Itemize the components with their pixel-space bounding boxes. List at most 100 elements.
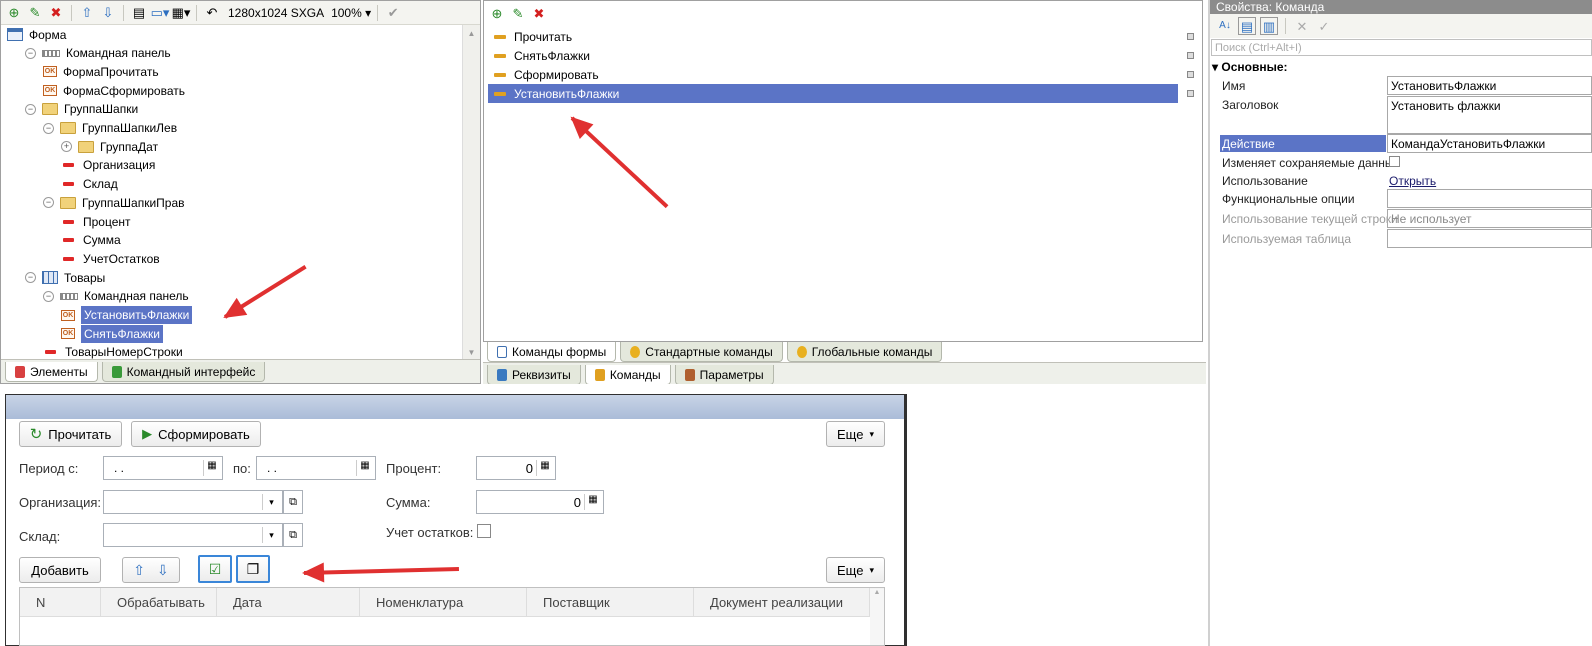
open-icon[interactable]: ⧉	[283, 523, 303, 547]
delete-icon[interactable]: ✖	[47, 4, 65, 22]
monitor-icon[interactable]: ▭▾	[151, 4, 170, 22]
delete-icon[interactable]: ✖	[530, 4, 548, 22]
read-button[interactable]: ↻ Прочитать	[19, 421, 122, 447]
tree-item[interactable]: Склад	[61, 175, 118, 194]
tree-item[interactable]: OK ФормаПрочитать	[43, 62, 159, 81]
tab-attributes[interactable]: Реквизиты	[487, 365, 581, 384]
move-up-icon[interactable]: ⇧	[78, 4, 96, 22]
layout-icon[interactable]: ▦▾	[172, 4, 191, 22]
build-button[interactable]: ▶ Сформировать	[131, 421, 261, 447]
collapse-icon[interactable]: −	[25, 47, 36, 59]
tree-item[interactable]: − ГруппаШапкиПрав	[43, 193, 185, 212]
dropdown-arrow-icon[interactable]: ▾	[262, 527, 280, 543]
tree-item[interactable]: Организация	[61, 156, 155, 175]
prop-caption-value[interactable]: Установить флажки	[1387, 96, 1592, 134]
add-button[interactable]: Добавить	[19, 557, 101, 583]
command-item[interactable]: УстановитьФлажки	[488, 84, 1194, 103]
prop-usage-link[interactable]: Открыть	[1389, 174, 1436, 188]
tree-item[interactable]: УчетОстатков	[61, 249, 160, 268]
sort-az-icon[interactable]: A↓	[1216, 17, 1234, 35]
commands-list[interactable]: Прочитать СнятьФлажки Сформировать Установи…	[488, 27, 1198, 117]
tree-item[interactable]: OK ФормаСформировать	[43, 81, 185, 100]
dropdown-arrow-icon[interactable]: ▾	[262, 494, 280, 510]
table-column-header[interactable]: Номенклатура	[360, 588, 527, 616]
tree-item[interactable]: − Товары	[25, 268, 105, 287]
clear-flags-button[interactable]: ❐	[236, 555, 270, 583]
sum-input[interactable]: 0 ▦	[476, 490, 604, 514]
calculator-icon[interactable]: ▦	[584, 494, 601, 510]
set-flags-button[interactable]: ☑	[198, 555, 232, 583]
zoom-selector[interactable]: 100% ▾	[331, 6, 371, 20]
percent-input[interactable]: 0 ▦	[476, 456, 556, 480]
scroll-down-icon[interactable]: ▼	[463, 348, 480, 357]
cancel-icon[interactable]: ✕	[1293, 17, 1311, 35]
table-column-header[interactable]: Документ реализации	[694, 588, 870, 616]
command-item[interactable]: Сформировать	[488, 65, 1194, 84]
period-to-input[interactable]: . . ▦	[256, 456, 376, 480]
collapse-icon[interactable]: −	[43, 290, 54, 302]
calendar-icon[interactable]: ▦	[356, 460, 373, 476]
move-up-icon[interactable]: ⇧	[128, 562, 150, 579]
table-scrollbar[interactable]: ▲	[870, 589, 884, 645]
expand-icon[interactable]: +	[61, 141, 72, 153]
tree-item[interactable]: Процент	[61, 212, 131, 231]
apply-icon[interactable]: ✓	[1315, 17, 1333, 35]
more-button-table[interactable]: Еще ▾	[826, 557, 885, 583]
tree-item[interactable]: + ГруппаДат	[61, 137, 158, 156]
stock-checkbox[interactable]	[477, 524, 491, 538]
more-button[interactable]: Еще ▾	[826, 421, 885, 447]
prop-functional-value[interactable]	[1387, 189, 1592, 208]
table-column-header[interactable]: Обрабатывать	[101, 588, 217, 616]
warehouse-input[interactable]: ▾	[103, 523, 283, 547]
tab-form-commands[interactable]: Команды формы	[487, 342, 617, 362]
properties-icon[interactable]: ▤	[130, 4, 148, 22]
resolution-selector[interactable]: 1280x1024 SXGA	[228, 6, 324, 20]
tree-item[interactable]: − ГруппаШапкиЛев	[43, 119, 177, 138]
collapse-icon[interactable]: −	[25, 272, 36, 284]
collapse-icon[interactable]: −	[43, 122, 54, 134]
table-column-header[interactable]: Поставщик	[527, 588, 694, 616]
command-item[interactable]: СнятьФлажки	[488, 46, 1194, 65]
edit-icon[interactable]: ✎	[509, 4, 527, 22]
tab-standard-commands[interactable]: Стандартные команды	[620, 342, 783, 362]
prop-modifies-checkbox[interactable]	[1389, 156, 1400, 167]
move-down-icon[interactable]: ⇩	[99, 4, 117, 22]
tree-item[interactable]: OK СнятьФлажки	[61, 324, 163, 343]
tree-item[interactable]: Сумма	[61, 231, 121, 250]
add-icon[interactable]: ⊕	[5, 4, 23, 22]
prop-name-value[interactable]: УстановитьФлажки	[1387, 76, 1592, 95]
tree-item[interactable]: − ГруппаШапки	[25, 100, 138, 119]
table-column-header[interactable]: Дата	[217, 588, 360, 616]
rotate-icon[interactable]: ↶	[203, 4, 221, 22]
calendar-icon[interactable]: ▦	[203, 460, 220, 476]
filter-icon[interactable]: ▥	[1260, 17, 1278, 35]
organization-input[interactable]: ▾	[103, 490, 283, 514]
prop-action-value[interactable]: КомандаУстановитьФлажки	[1387, 134, 1592, 153]
period-from-input[interactable]: . . ▦	[103, 456, 223, 480]
open-icon[interactable]: ⧉	[283, 490, 303, 514]
tree-item[interactable]: Форма	[7, 25, 66, 44]
tab-global-commands[interactable]: Глобальные команды	[786, 342, 943, 362]
collapse-icon[interactable]: −	[25, 103, 36, 115]
scroll-up-icon[interactable]: ▲	[463, 29, 480, 38]
tree-item[interactable]: OK УстановитьФлажки	[61, 306, 193, 325]
tab-parameters[interactable]: Параметры	[674, 365, 774, 384]
check-icon[interactable]: ✔	[384, 4, 402, 22]
section-main[interactable]: ▾ Основные:	[1212, 60, 1288, 74]
calculator-icon[interactable]: ▦	[536, 460, 553, 476]
pane-splitter[interactable]	[1208, 0, 1210, 646]
move-down-icon[interactable]: ⇩	[152, 562, 174, 579]
tree-item[interactable]: − Командная панель	[43, 287, 189, 306]
categories-icon[interactable]: ▤	[1238, 17, 1256, 35]
collapse-icon[interactable]: −	[43, 197, 54, 209]
tab-commands[interactable]: Команды	[584, 365, 671, 384]
add-icon[interactable]: ⊕	[488, 4, 506, 22]
properties-search-input[interactable]: Поиск (Ctrl+Alt+I)	[1211, 39, 1592, 56]
tab-elements[interactable]: Элементы	[5, 362, 98, 382]
tree-item[interactable]: − Командная панель	[25, 44, 171, 63]
command-item[interactable]: Прочитать	[488, 27, 1194, 46]
edit-icon[interactable]: ✎	[26, 4, 44, 22]
table-column-header[interactable]: N	[20, 588, 101, 616]
tab-command-interface[interactable]: Командный интерфейс	[101, 362, 266, 382]
tree-scrollbar[interactable]: ▲ ▼	[462, 25, 480, 359]
